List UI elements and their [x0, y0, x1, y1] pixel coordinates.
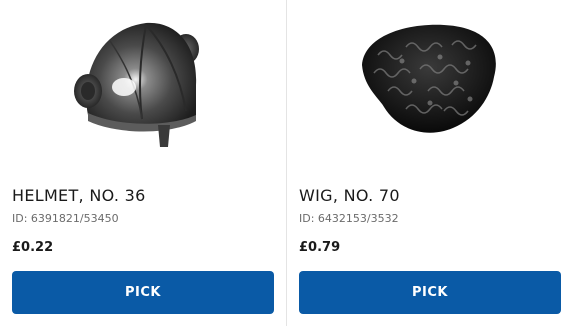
pick-button[interactable]: PICK — [12, 271, 274, 314]
product-id: ID: 6391821/53450 — [12, 212, 119, 225]
product-price: £0.79 — [299, 240, 341, 255]
product-name[interactable]: WIG, NO. 70 — [299, 186, 400, 205]
product-price: £0.22 — [12, 240, 54, 255]
product-card-wig: WIG, NO. 70 ID: 6432153/3532 £0.79 PICK — [286, 0, 572, 326]
product-name[interactable]: HELMET, NO. 36 — [12, 186, 146, 205]
pick-button[interactable]: PICK — [299, 271, 561, 314]
wig-image[interactable] — [298, 6, 560, 158]
product-id: ID: 6432153/3532 — [299, 212, 399, 225]
product-card-helmet: HELMET, NO. 36 ID: 6391821/53450 £0.22 P… — [0, 0, 286, 326]
product-grid: HELMET, NO. 36 ID: 6391821/53450 £0.22 P… — [0, 0, 572, 326]
helmet-image[interactable] — [12, 6, 274, 158]
